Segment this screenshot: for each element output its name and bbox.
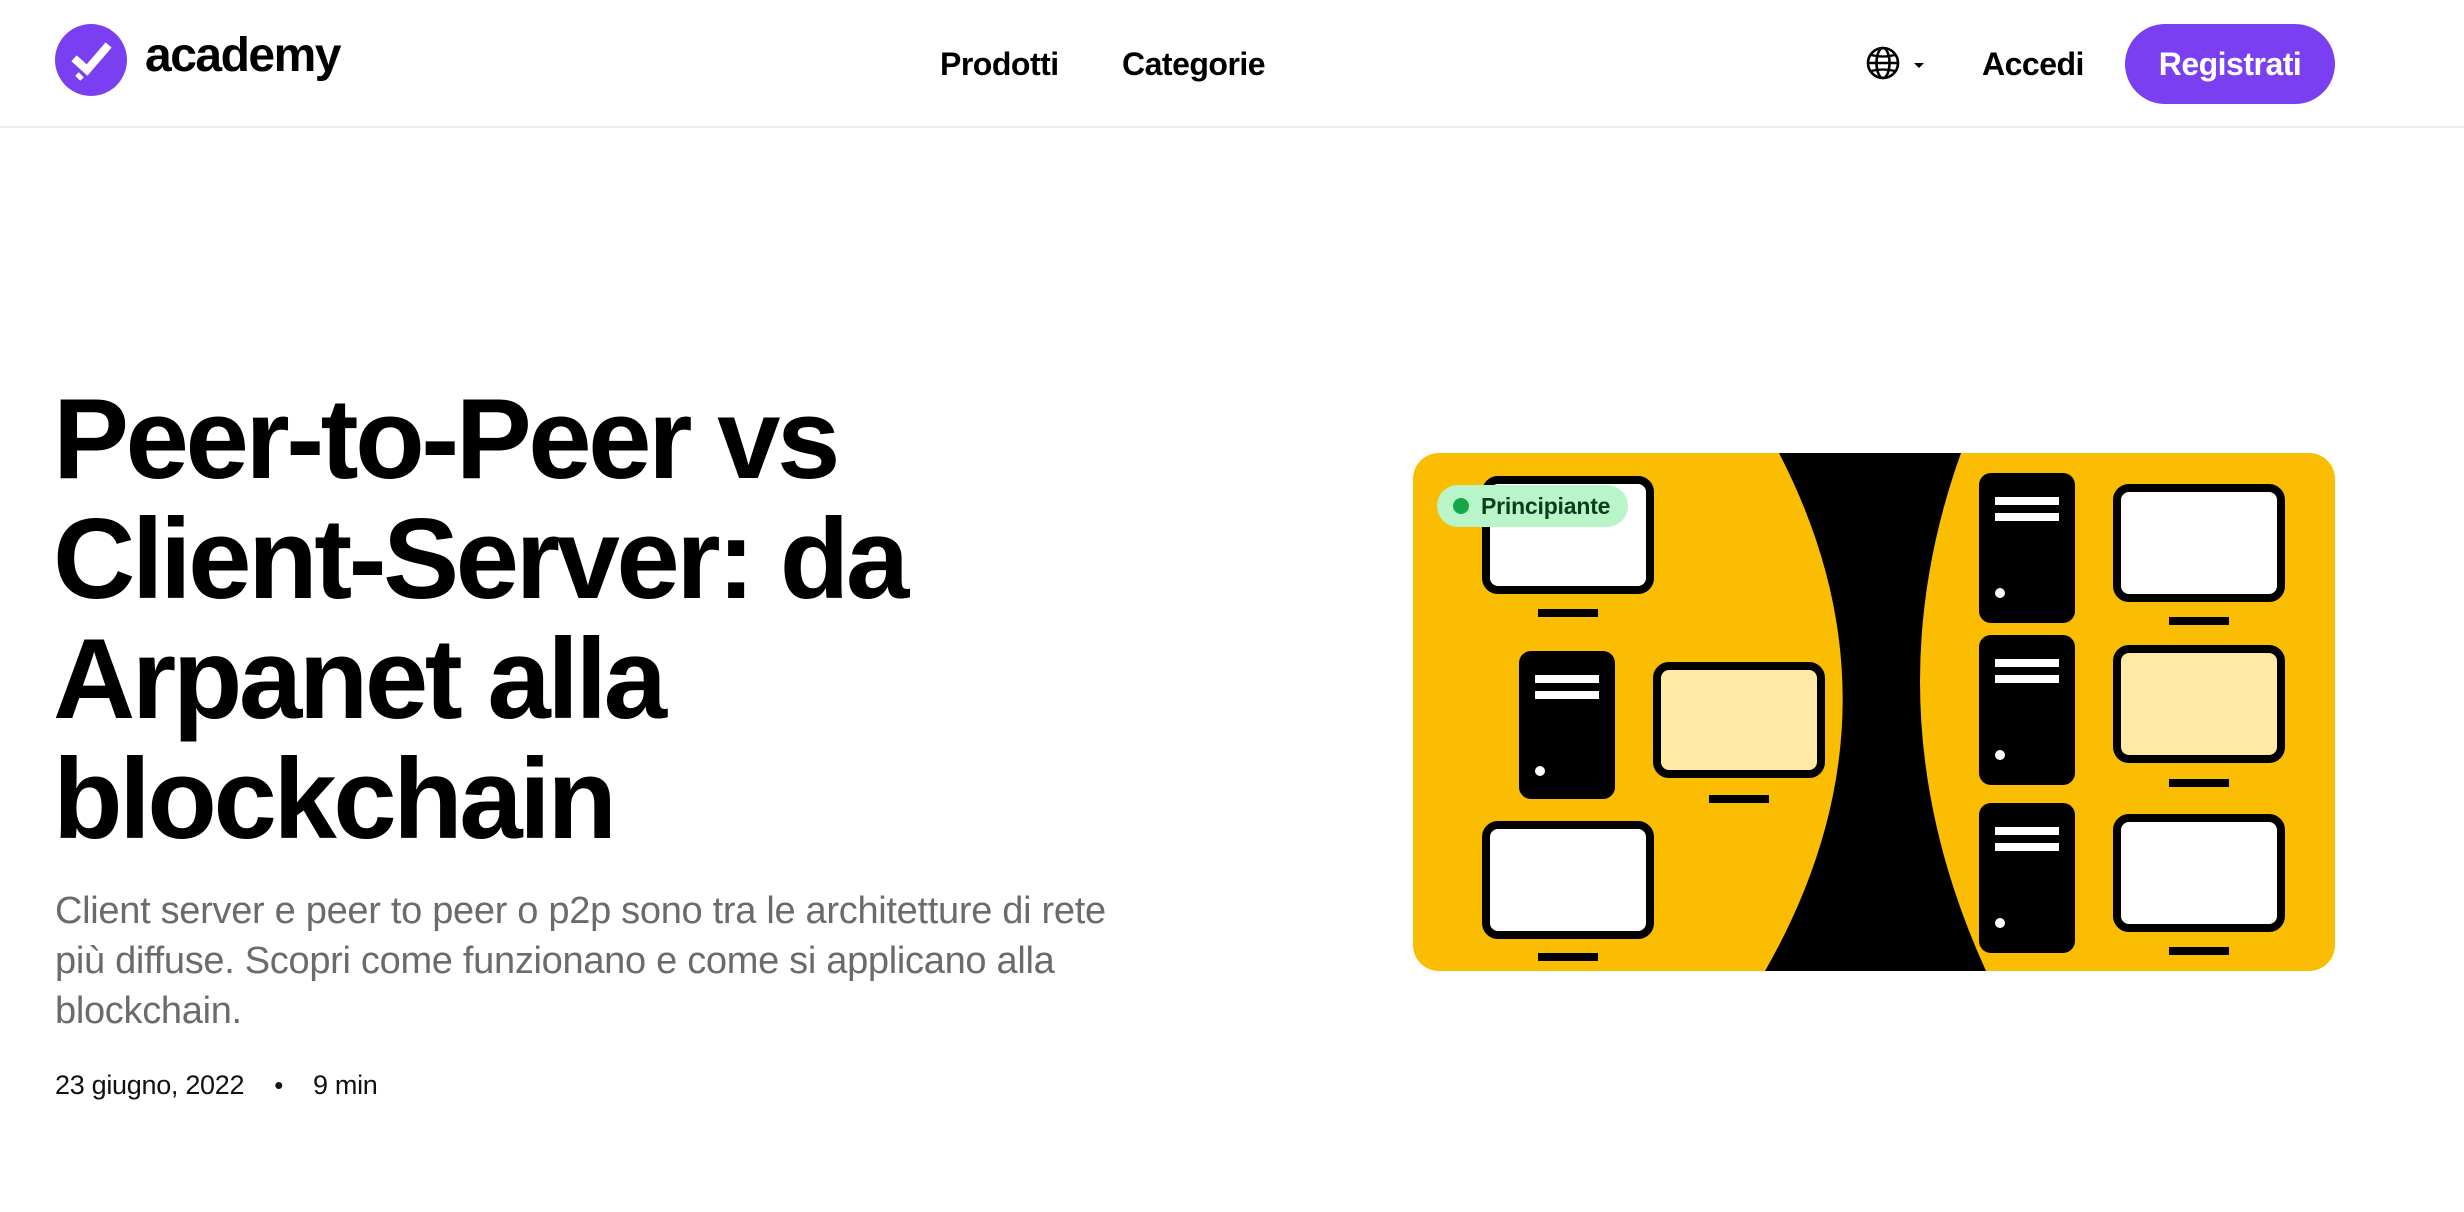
- level-badge: Principiante: [1437, 485, 1629, 527]
- read-time: 9 min: [313, 1070, 378, 1100]
- site-header: academy Prodotti Categorie Accedi Regist…: [0, 0, 2464, 128]
- article-subtitle: Client server e peer to peer o p2p sono …: [55, 890, 1106, 1032]
- level-badge-label: Principiante: [1481, 492, 1611, 519]
- article-title: Peer-to-Peer vs Client-Server: da Arpane…: [53, 376, 909, 863]
- meta-separator: •: [274, 1070, 283, 1100]
- logo-check-icon: [55, 24, 127, 96]
- nav-categorie[interactable]: Categorie: [1122, 0, 1266, 128]
- article-illustration: Principiante: [1413, 453, 2335, 971]
- login-link[interactable]: Accedi: [1982, 0, 2084, 128]
- globe-icon: [1864, 44, 1902, 87]
- nav-prodotti[interactable]: Prodotti: [940, 0, 1059, 128]
- status-dot-icon: [1453, 498, 1469, 514]
- chevron-down-icon: [1912, 57, 1926, 75]
- academy-logo[interactable]: academy: [55, 24, 341, 96]
- signup-button[interactable]: Registrati: [2125, 24, 2335, 104]
- article-meta: 23 giugno, 2022 • 9 min: [55, 1070, 378, 1101]
- publish-date: 23 giugno, 2022: [55, 1070, 245, 1100]
- peer-vs-client-server-illustration: [1482, 453, 2285, 971]
- language-selector[interactable]: [1864, 44, 1926, 87]
- logo-text: academy: [145, 29, 341, 82]
